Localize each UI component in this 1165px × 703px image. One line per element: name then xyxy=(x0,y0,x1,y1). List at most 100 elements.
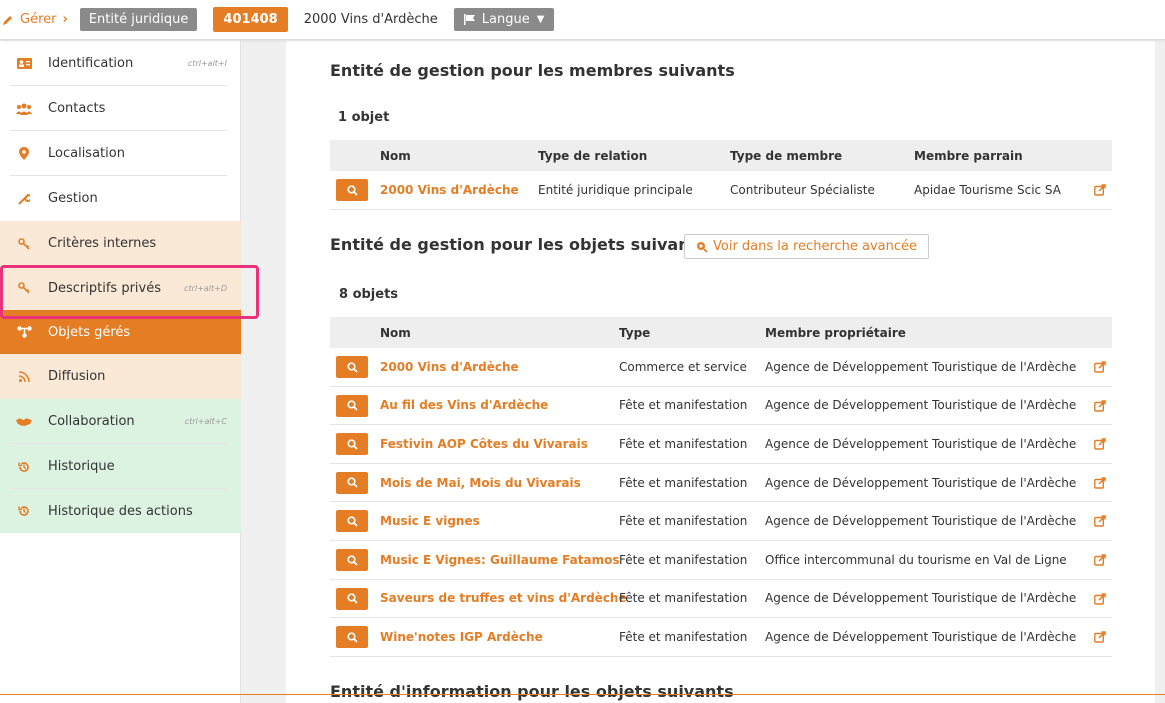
member-link[interactable]: 2000 Vins d'Ardèche xyxy=(380,171,519,209)
search-button[interactable] xyxy=(336,626,368,649)
external-link-icon[interactable] xyxy=(1094,361,1106,373)
membres-table: Nom Type de relation Type de membre Memb… xyxy=(330,140,1112,210)
sidebar-item-gestion[interactable]: Gestion xyxy=(0,176,241,221)
section-title-membres: Entité de gestion pour les membres suiva… xyxy=(330,61,735,80)
owner-member: Agence de Développement Touristique de l… xyxy=(765,436,1077,451)
gerer-label: Gérer xyxy=(20,12,57,27)
external-link-icon[interactable] xyxy=(1094,515,1106,528)
external-link-icon[interactable] xyxy=(1094,592,1106,605)
external-link-icon[interactable] xyxy=(1094,184,1106,196)
gerer-link[interactable]: Gérer › xyxy=(2,12,68,27)
history-icon xyxy=(16,504,32,518)
handshake-icon xyxy=(16,415,32,429)
object-type: Fête et manifestation xyxy=(619,475,748,490)
sidebar-item-contacts[interactable]: Contacts xyxy=(0,86,241,131)
member-type: Contributeur Spécialiste xyxy=(730,183,875,197)
flag-icon xyxy=(463,14,475,25)
owner-member: Agence de Développement Touristique de l… xyxy=(765,629,1077,644)
objets-table: Nom Type Membre propriétaire 2000 Vins d… xyxy=(330,317,1112,657)
object-type: Fête et manifestation xyxy=(619,629,748,644)
object-type: Fête et manifestation xyxy=(619,552,748,567)
users-icon xyxy=(16,102,32,116)
owner-member: Agence de Développement Touristique de l… xyxy=(765,359,1077,374)
sidebar-item-label: Gestion xyxy=(48,191,98,206)
object-link[interactable]: Festivin AOP Côtes du Vivarais xyxy=(380,425,588,463)
column-header: Type de membre xyxy=(730,148,843,163)
sidebar-item-label: Critères internes xyxy=(48,236,157,251)
table-row: Au fil des Vins d'Ardèche Fête et manifes… xyxy=(330,387,1112,426)
owner-member: Agence de Développement Touristique de l… xyxy=(765,514,1077,529)
sidebar-item-diffusion[interactable]: Diffusion xyxy=(0,354,241,399)
sidebar-item-localisation[interactable]: Localisation xyxy=(0,131,241,176)
footer-divider xyxy=(0,694,1165,703)
search-button[interactable] xyxy=(336,433,368,456)
search-button[interactable] xyxy=(336,179,368,201)
object-type: Fête et manifestation xyxy=(619,398,748,413)
sidebar: Identification ctrl+alt+I Contacts Local… xyxy=(0,41,241,703)
external-link-icon[interactable] xyxy=(1094,399,1106,412)
object-link[interactable]: 2000 Vins d'Ardèche xyxy=(380,348,519,386)
table-row: 2000 Vins d'Ardèche Entité juridique pri… xyxy=(330,171,1112,210)
object-link[interactable]: Wine'notes IGP Ardèche xyxy=(380,618,543,656)
column-header: Nom xyxy=(380,325,411,340)
membres-count: 1 objet xyxy=(338,110,390,125)
rss-icon xyxy=(16,370,32,384)
sitemap-icon xyxy=(16,325,32,339)
advanced-search-button[interactable]: Voir dans la recherche avancée xyxy=(684,234,930,259)
search-button[interactable] xyxy=(336,587,368,610)
owner-member: Agence de Développement Touristique de l… xyxy=(765,398,1077,413)
langue-label: Langue xyxy=(481,12,530,27)
column-header: Type xyxy=(619,325,651,340)
history-icon xyxy=(16,460,32,474)
entity-name: 2000 Vins d'Ardèche xyxy=(303,12,438,27)
search-button[interactable] xyxy=(336,394,368,417)
table-row: Wine'notes IGP Ardèche Fête et manifestat… xyxy=(330,618,1112,657)
id-card-icon xyxy=(16,57,32,71)
table-header: Nom Type de relation Type de membre Memb… xyxy=(330,140,1112,171)
sidebar-item-label: Objets gérés xyxy=(48,324,131,340)
object-link[interactable]: Au fil des Vins d'Ardèche xyxy=(380,387,548,425)
column-header: Type de relation xyxy=(538,148,648,163)
object-link[interactable]: Music E vignes xyxy=(380,502,480,540)
table-row: Saveurs de truffes et vins d'Ardèche Fête… xyxy=(330,580,1112,619)
key-icon xyxy=(16,237,32,251)
column-header: Membre parrain xyxy=(914,148,1023,163)
sidebar-item-collaboration[interactable]: Collaboration ctrl+alt+C xyxy=(0,399,241,444)
sidebar-item-historique[interactable]: Historique xyxy=(0,444,241,489)
search-button[interactable] xyxy=(336,549,368,571)
sponsor-member: Apidae Tourisme Scic SA xyxy=(914,183,1061,197)
sidebar-item-label: Historique xyxy=(48,459,115,474)
table-header: Nom Type Membre propriétaire xyxy=(330,317,1112,348)
top-bar: Gérer › Entité juridique 401408 2000 Vin… xyxy=(0,0,1165,40)
langue-dropdown[interactable]: Langue ▼ xyxy=(453,8,555,31)
search-button[interactable] xyxy=(336,510,368,533)
sidebar-item-identification[interactable]: Identification ctrl+alt+I xyxy=(0,41,241,86)
section-title-objets: Entité de gestion pour les objets suivan… xyxy=(330,235,707,254)
map-marker-icon xyxy=(16,147,32,161)
objets-count: 8 objets xyxy=(339,287,399,302)
object-type: Fête et manifestation xyxy=(619,514,748,529)
sidebar-item-label: Diffusion xyxy=(48,369,106,384)
highlight-annotation xyxy=(0,265,259,319)
sidebar-item-criteres-internes[interactable]: Critères internes xyxy=(0,221,241,266)
object-type: Fête et manifestation xyxy=(619,591,748,606)
external-link-icon[interactable] xyxy=(1094,554,1106,566)
chevron-right-icon: › xyxy=(62,12,68,27)
external-link-icon[interactable] xyxy=(1094,438,1106,450)
entity-id-badge: 401408 xyxy=(213,7,288,32)
shortcut-hint: ctrl+alt+I xyxy=(187,59,227,68)
owner-member: Agence de Développement Touristique de l… xyxy=(765,591,1077,606)
search-button[interactable] xyxy=(336,356,368,378)
external-link-icon[interactable] xyxy=(1094,631,1106,643)
object-link[interactable]: Mois de Mai, Mois du Vivarais xyxy=(380,464,581,502)
shortcut-hint: ctrl+alt+C xyxy=(184,417,227,426)
column-header: Nom xyxy=(380,148,411,163)
search-button[interactable] xyxy=(336,471,368,494)
object-link[interactable]: Saveurs de truffes et vins d'Ardèche xyxy=(380,580,627,618)
external-link-icon[interactable] xyxy=(1094,477,1106,489)
column-header: Membre propriétaire xyxy=(765,325,906,340)
sidebar-item-label: Collaboration xyxy=(48,414,135,429)
search-plus-icon xyxy=(697,241,708,253)
object-link[interactable]: Music E Vignes: Guillaume Fatamos xyxy=(380,541,620,579)
sidebar-item-historique-actions[interactable]: Historique des actions xyxy=(0,489,241,533)
